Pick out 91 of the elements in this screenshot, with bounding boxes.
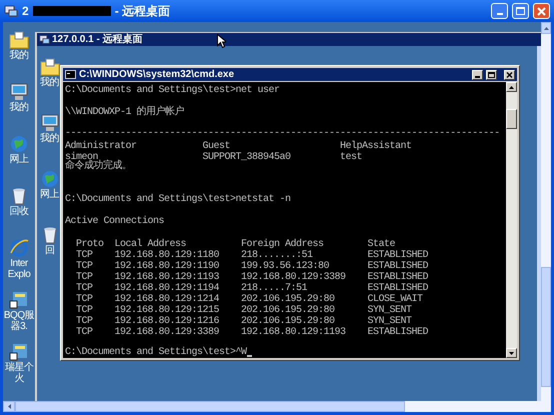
table-cell: 218.......:51 [241,250,313,262]
close-icon [506,72,513,78]
table-cell: TCP [76,305,93,316]
console-line: Active Connections [65,216,164,227]
console-line: C:\Documents and Settings\test>netstat -n [65,194,291,205]
up-arrow-icon [544,26,548,30]
folder-icon [9,31,29,49]
table-cell: TCP [76,272,93,284]
table-cell: ESTABLISHED [368,261,428,272]
table-cell: 202.106.195.29:80 [241,294,335,306]
maximize-button[interactable] [486,70,497,80]
table-cell: ESTABLISHED [368,283,428,294]
table-cell: ESTABLISHED [368,272,428,284]
table-cell: CLOSE_WAIT [368,294,423,306]
table-cell: SUPPORT_388945a0 [202,152,291,164]
scroll-left-button[interactable] [3,401,15,412]
table-cell: State [368,239,396,250]
remote-desktop-icon [39,34,50,45]
remote-desktop-icon [4,4,18,18]
window-title: 127.0.0.1 - 远程桌面 [52,34,143,46]
table-cell: Proto [76,239,104,250]
table-cell: 192.168.80.129:1193 [241,327,346,338]
down-arrow-icon [509,352,514,354]
table-cell: 192.168.80.129:1180 [114,250,220,262]
computer-icon [9,83,29,101]
icon-label: 回收 [10,206,28,217]
program-icon [8,291,29,309]
table-cell: 202.106.195.29:80 [241,305,335,316]
window-title: 2 [22,3,29,20]
icon-label: BQQ服 [4,310,34,321]
icon-label: 我的 [10,102,28,113]
table-cell: TCP [76,294,93,306]
console-line: \\WINDOWXP-1 的用户帐户 [65,106,184,118]
table-cell: ESTABLISHED [368,250,428,262]
console-line: C:\Documents and Settings\test>^W [65,347,247,358]
table-cell: 192.168.80.129:1190 [114,261,220,272]
minimize-button[interactable] [472,70,483,80]
globe-icon [40,170,60,188]
console-line: C:\Documents and Settings\test>net user [65,85,280,96]
scroll-thumb[interactable] [15,401,405,412]
icon-label: 器3. [10,321,28,332]
scroll-thumb[interactable] [541,267,551,387]
scroll-down-button[interactable] [506,348,517,358]
cursor-icon [217,34,226,48]
icon-label: 回 [44,245,54,256]
icon-label: Explo [8,269,30,280]
table-cell: 202.106.195.29:80 [241,316,335,328]
table-cell: TCP [76,283,93,294]
table-cell: 192.168.80.129:3389 [114,327,220,338]
table-cell: Local Address [114,239,186,250]
table-cell: SYN_SENT [368,305,412,316]
left-arrow-icon [8,404,10,409]
table-cell: test [340,152,362,164]
table-cell: TCP [76,327,93,338]
console-icon [65,70,76,79]
close-icon [537,6,546,16]
table-cell: HelpAssistant [340,141,412,152]
table-cell: Guest [202,141,230,152]
program-icon [9,343,29,361]
table-cell: 192.168.80.129:1214 [114,294,220,306]
globe-icon [9,135,29,153]
table-cell: TCP [76,316,93,328]
table-cell: TCP [76,250,93,262]
table-cell: 199.93.56.123:80 [241,261,330,272]
table-cell: Foreign Address [241,239,324,250]
table-cell: ESTABLISHED [368,327,428,338]
table-cell: 192.168.80.129:1216 [114,316,220,328]
table-cell: SYN_SENT [368,316,412,328]
icon-label: 网上 [10,154,28,165]
close-button[interactable] [504,70,515,80]
window-title: C:\WINDOWS\system32\cmd.exe [79,68,234,80]
icon-label: 火 [14,373,24,384]
table-cell: TCP [76,261,93,272]
table-cell: 192.168.80.129:1193 [114,272,220,284]
computer-icon [40,114,60,132]
window-title: - 远程桌面 [114,3,170,20]
icon-label: 我的 [40,133,59,144]
icon-label: Inter [10,258,28,269]
table-cell: Administrator [65,141,137,152]
icon-label: 我的 [40,77,59,88]
table-cell: 192.168.80.129:1194 [114,283,220,294]
browser-icon [8,239,29,257]
text-cursor [246,355,252,358]
icon-label: 瑞星个 [4,362,34,373]
icon-label: 网上 [40,189,59,200]
console-line: ------------------------------------------------------------------------------- [65,128,500,140]
table-cell: 192.168.80.129:1215 [114,305,220,316]
icon-label: 我的 [10,50,28,61]
table-cell: 192.168.80.129:3389 [241,272,346,284]
up-arrow-icon [509,86,514,88]
table-cell: 218.....7:51 [241,283,308,294]
